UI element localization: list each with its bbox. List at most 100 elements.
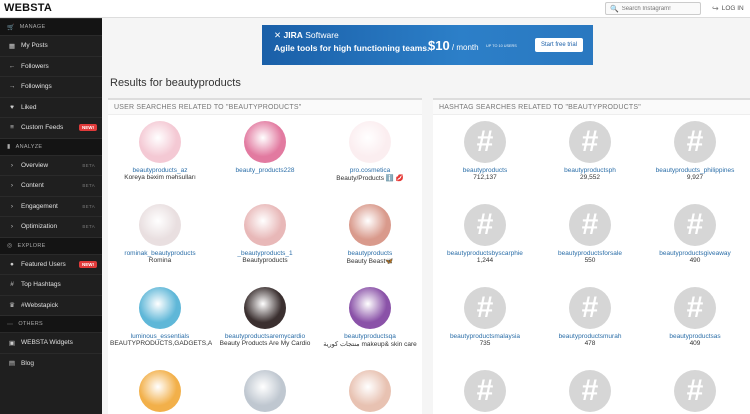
user-card[interactable]: beautyproductsaremycardio Beauty Products… [213,287,317,347]
hashtag-card[interactable]: # beautyproductsbyscarphie 1,244 [433,204,537,264]
user-card[interactable]: beautyproducts_az Koreya bəxim məhsulları [108,121,212,181]
hashtag-count: 409 [689,340,701,347]
users-heading: USER SEARCHES RELATED TO "BEAUTYPRODUCTS… [108,100,422,115]
hashtag-icon[interactable]: # [569,121,611,163]
user-card[interactable]: _beautyproducts_1 Beautyproducts [213,204,317,264]
sidebar-item-optimization[interactable]: › Optimization BETA [0,216,102,237]
sidebar-item-my-posts[interactable]: ▦ My Posts [0,35,102,56]
username-link[interactable]: rominak_beautyproducts [108,250,212,257]
hashtag-card[interactable]: # beautyproductsmalaysia 735 [433,287,537,347]
avatar[interactable] [244,204,286,246]
hashtag-link[interactable]: beautyproductsbyscarphie [433,250,537,257]
username-link[interactable]: beauty_products228 [213,167,317,174]
doc-icon: ▤ [8,360,16,368]
hashtag-count: 29,552 [580,174,600,181]
user-card[interactable]: luminous_essentials BEAUTYPRODUCTS,GADGET… [108,287,212,347]
hashtag-card[interactable]: # [643,370,747,414]
hashtag-link[interactable]: beautyproductsmalaysia [433,333,537,340]
username-link[interactable]: beautyproductsaremycardio [213,333,317,340]
user-card[interactable]: beautyproductsqa منتجات كورية makeup& ski… [318,287,422,348]
sidebar-item-custom-feeds[interactable]: ≡ Custom Feeds NEW! [0,117,102,138]
ad-tagline: Agile tools for high functioning teams. [274,43,430,53]
hashtag-icon: # [10,281,14,289]
avatar[interactable] [139,370,181,412]
hashtag-link[interactable]: beautyproducts_philippines [643,167,747,174]
hashtag-card[interactable]: # beautyproductsph 29,552 [538,121,642,181]
avatar[interactable] [139,287,181,329]
hashtag-icon[interactable]: # [674,121,716,163]
hashtag-card[interactable]: # beautyproductsmurah 478 [538,287,642,347]
sidebar-item-engagement[interactable]: › Engagement BETA [0,195,102,217]
hashtag-link[interactable]: beautyproductsforsale [538,250,642,257]
top-bar: WEBSTA 🔍 ↪ LOG IN [0,0,750,18]
ad-cta-button[interactable]: Start free trial [535,38,583,52]
sidebar-item-blog[interactable]: ▤ Blog [0,352,102,374]
avatar[interactable] [349,121,391,163]
sidebar-item-content[interactable]: › Content BETA [0,175,102,196]
avatar[interactable] [349,370,391,412]
sidebar-section-title: EXPLORE [17,242,46,249]
username-link[interactable]: luminous_essentials [108,333,212,340]
sidebar-item-overview[interactable]: › Overview BETA [0,154,102,176]
hashtag-card[interactable]: # [538,370,642,414]
hashtag-icon[interactable]: # [464,204,506,246]
username-link[interactable]: _beautyproducts_1 [213,250,317,257]
user-card[interactable]: rominak_beautyproducts Romina [108,204,212,264]
hashtag-link[interactable]: beautyproductsgiveaway [643,250,747,257]
sidebar-item-webstapick[interactable]: ♛ #Webstapick [0,294,102,316]
hashtag-card[interactable]: # [433,370,537,414]
avatar[interactable] [349,204,391,246]
username-link[interactable]: beautyproducts_az [108,167,212,174]
username-link[interactable]: beautyproducts [318,250,422,257]
hashtag-count: 550 [584,257,596,264]
avatar[interactable] [139,121,181,163]
avatar[interactable] [139,204,181,246]
user-card[interactable]: pro.cosmetica Beauty/Products ℹ️ 💋 [318,121,422,182]
hashtag-icon[interactable]: # [674,287,716,329]
search-input[interactable] [621,5,700,12]
hashtag-card[interactable]: # beautyproducts_philippines 9,927 [643,121,747,181]
hashtag-icon[interactable]: # [569,287,611,329]
hashtag-card[interactable]: # beautyproductsforsale 550 [538,204,642,264]
hashtag-link[interactable]: beautyproducts [433,167,537,174]
avatar[interactable] [244,121,286,163]
websta-logo[interactable]: WEBSTA [4,2,52,14]
hashtag-card[interactable]: # beautyproducts 712,137 [433,121,537,181]
hashtag-icon[interactable]: # [569,370,611,412]
user-card[interactable] [108,370,212,414]
hashtag-icon[interactable]: # [674,370,716,412]
sidebar-item-liked[interactable]: ♥ Liked [0,96,102,118]
sidebar-item-featured-users[interactable]: ● Featured Users NEW! [0,253,102,275]
cart-icon: 🛒 [7,24,15,31]
username-link[interactable]: beautyproductsqa [318,333,422,340]
hashtag-icon[interactable]: # [464,370,506,412]
user-card[interactable] [318,370,422,414]
sidebar-item-websta-widgets[interactable]: ▣ WEBSTA Widgets [0,332,102,353]
user-card[interactable]: beauty_products228 [213,121,317,174]
hashtag-icon[interactable]: # [674,204,716,246]
avatar[interactable] [244,370,286,412]
sidebar-item-label: WEBSTA Widgets [21,339,73,347]
hashtag-card[interactable]: # beautyproductsgiveaway 490 [643,204,747,264]
user-card[interactable] [213,370,317,414]
login-button[interactable]: ↪ LOG IN [712,4,744,13]
sidebar-item-label: Overview [21,161,49,169]
hashtag-card[interactable]: # beautyproductsas 409 [643,287,747,347]
hashtag-link[interactable]: beautyproductsph [538,167,642,174]
search-box[interactable]: 🔍 [605,2,701,15]
avatar[interactable] [349,287,391,329]
sidebar-item-top-hashtags[interactable]: # Top Hashtags [0,274,102,295]
user-card[interactable]: beautyproducts Beauty Beast🦋 [318,204,422,265]
hashtag-icon[interactable]: # [569,204,611,246]
hashtag-icon[interactable]: # [464,121,506,163]
username-link[interactable]: pro.cosmetica [318,167,422,174]
avatar[interactable] [244,287,286,329]
hashtag-icon[interactable]: # [464,287,506,329]
hashtag-link[interactable]: beautyproductsmurah [538,333,642,340]
hashtag-link[interactable]: beautyproductsas [643,333,747,340]
user-bio: BEAUTYPRODUCTS,GADGETS,A [110,340,212,347]
ad-banner[interactable]: ✕ JIRA Software Agile tools for high fun… [262,25,593,65]
sidebar-item-followings[interactable]: → Followings [0,76,102,97]
heart-icon: ♥ [10,103,14,111]
sidebar-item-followers[interactable]: ← Followers [0,55,102,77]
